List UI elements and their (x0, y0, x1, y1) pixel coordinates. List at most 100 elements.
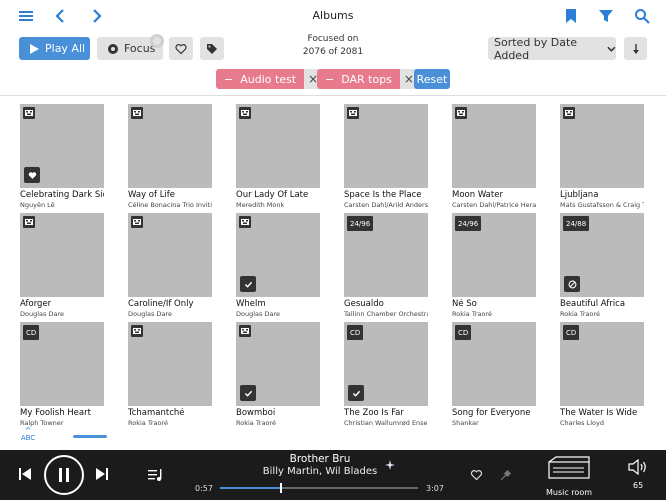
play-all-button[interactable]: Play All (19, 37, 90, 60)
album-tile[interactable]: CD Song for Everyone Shankar (452, 322, 536, 427)
album-artist: Rokia Traoré (560, 310, 600, 318)
ban-icon (564, 276, 580, 292)
sort-direction-button[interactable] (624, 37, 647, 60)
elapsed-time: 0:57 (195, 484, 213, 493)
album-artist: Meredith Monk (236, 201, 285, 209)
album-tile[interactable]: Our Lady Of Late Meredith Monk (236, 104, 320, 209)
format-badge: CD (455, 325, 472, 340)
volume-level: 65 (633, 481, 644, 490)
album-grid: Celebrating Dark Side Nguyên Lê Way of Lif… (0, 96, 666, 431)
scroll-indicator[interactable] (73, 435, 107, 438)
album-cover[interactable] (236, 213, 320, 297)
album-tile[interactable]: Way of Life Céline Bonacina Trio Invitin (128, 104, 212, 209)
album-cover[interactable] (20, 213, 104, 297)
zone-name[interactable]: Music room (546, 488, 592, 497)
sort-dropdown[interactable]: Sorted by Date Added (488, 36, 616, 62)
album-tile[interactable]: CD The Water Is Wide Charles Lloyd (560, 322, 644, 427)
progress-fill (220, 487, 281, 489)
album-title: Moon Water (452, 190, 503, 200)
favorite-filter-button[interactable] (169, 37, 193, 60)
progress-bar[interactable] (220, 483, 418, 493)
album-artist: Rokia Traoré (128, 419, 168, 427)
format-icon (239, 107, 251, 119)
format-icon (131, 325, 143, 337)
album-title: Celebrating Dark Side (20, 190, 104, 200)
heart-icon[interactable] (470, 469, 483, 481)
heart-icon (175, 43, 187, 54)
format-icon (347, 107, 359, 119)
alpha-jump[interactable]: ^ ABC (18, 427, 38, 443)
reset-button[interactable]: Reset (414, 69, 450, 89)
album-cover[interactable] (128, 213, 212, 297)
album-title: Space Is the Place (344, 190, 422, 200)
album-cover[interactable]: CD (20, 322, 104, 406)
check-icon (348, 385, 364, 401)
album-cover[interactable] (20, 104, 104, 188)
track-title: Brother Bru (289, 453, 351, 465)
track-artists: Billy Martin, Wil Blades (262, 466, 378, 477)
album-title: Song for Everyone (452, 408, 531, 418)
album-title: Ljubljana (560, 190, 599, 200)
play-all-label: Play All (45, 42, 86, 55)
album-cover[interactable] (344, 104, 428, 188)
album-tile[interactable]: Moon Water Carsten Dahl/Patrice Hera (452, 104, 536, 209)
album-cover[interactable] (236, 104, 320, 188)
album-cover[interactable]: CD (344, 322, 428, 406)
album-tile[interactable]: Ljubljana Mats Gustafsson & Craig T (560, 104, 644, 209)
album-cover[interactable]: 24/96 (452, 213, 536, 297)
focused-count: 2076 of 2081 (302, 47, 364, 57)
filter-chip-audio-test[interactable]: − Audio test × (216, 69, 323, 89)
format-icon (239, 325, 251, 337)
album-cover[interactable]: 24/88 (560, 213, 644, 297)
album-tile[interactable]: Caroline/If Only Douglas Dare (128, 213, 212, 318)
album-cover[interactable] (560, 104, 644, 188)
filter-chip-dar-tops[interactable]: − DAR tops × (317, 69, 418, 89)
album-cover[interactable] (452, 104, 536, 188)
format-badge: 24/88 (563, 216, 590, 231)
search-icon[interactable] (634, 8, 650, 24)
heart-icon (24, 167, 40, 183)
album-artist: Douglas Dare (236, 310, 280, 318)
album-title: My Foolish Heart (20, 408, 91, 418)
album-cover[interactable]: CD (560, 322, 644, 406)
album-cover[interactable]: 24/96 (344, 213, 428, 297)
album-tile[interactable]: Tchamantché Rokia Traoré (128, 322, 212, 427)
duration-time: 3:07 (426, 484, 444, 493)
filter-chip-label: − DAR tops (317, 69, 400, 89)
album-cover[interactable]: CD (452, 322, 536, 406)
album-tile[interactable]: CD My Foolish Heart Ralph Towner (20, 322, 104, 427)
album-tile[interactable]: CD The Zoo Is Far Christian Wallumrød Ense… (344, 322, 428, 427)
top-bar: Albums (0, 0, 666, 32)
album-cover[interactable] (128, 322, 212, 406)
bookmark-icon[interactable] (563, 8, 579, 24)
format-icon (23, 216, 35, 228)
progress-handle[interactable] (280, 483, 283, 493)
album-tile[interactable]: 24/88 Beautiful Africa Rokia Traoré (560, 213, 644, 318)
album-tile[interactable]: 24/96 Gesualdo Tallinn Chamber Orchestra (344, 213, 428, 318)
album-title: Whelm (236, 299, 266, 309)
chevron-down-icon (607, 46, 616, 52)
album-tile[interactable]: Celebrating Dark Side Nguyên Lê (20, 104, 104, 209)
filter-chip-label: − Audio test (216, 69, 305, 89)
album-title: The Water Is Wide (560, 408, 638, 418)
album-artist: Mats Gustafsson & Craig T (560, 201, 644, 209)
album-tile[interactable]: Space Is the Place Carsten Dahl/Arild And… (344, 104, 428, 209)
album-title: Gesualdo (344, 299, 384, 309)
tag-button[interactable] (200, 37, 224, 60)
album-title: Beautiful Africa (560, 299, 626, 309)
pin-icon[interactable] (500, 469, 512, 481)
check-icon (240, 276, 256, 292)
volume-icon[interactable] (628, 459, 648, 475)
album-tile[interactable]: Aforger Douglas Dare (20, 213, 104, 318)
album-tile[interactable]: 24/96 Né So Rokia Traoré (452, 213, 536, 318)
filter-icon[interactable] (598, 8, 614, 24)
album-tile[interactable]: Whelm Douglas Dare (236, 213, 320, 318)
format-badge: 24/96 (347, 216, 374, 231)
focused-status: Focused on 2076 of 2081 (283, 33, 383, 59)
album-cover[interactable] (128, 104, 212, 188)
play-icon (30, 43, 39, 54)
album-tile[interactable]: Bowmboi Rokia Traoré (236, 322, 320, 427)
zone-device-icon[interactable] (548, 456, 590, 480)
now-playing-bar: Brother Bru Billy Martin, Wil Blades 0:5… (0, 450, 666, 500)
album-cover[interactable] (236, 322, 320, 406)
